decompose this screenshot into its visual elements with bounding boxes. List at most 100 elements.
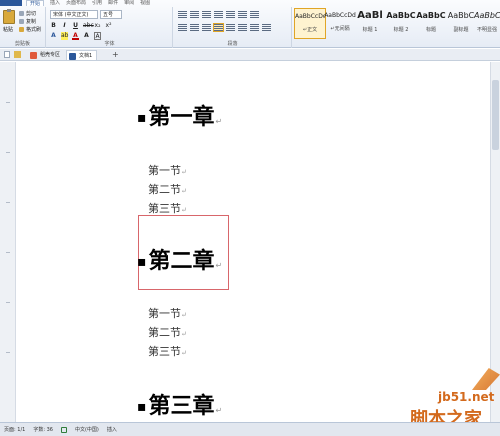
style-preview: AaBbCcDd: [295, 13, 325, 20]
font-color-row: A ab A A A: [50, 32, 101, 40]
chapter-heading[interactable]: ▪第一章↵: [137, 105, 222, 135]
chapter-title: 第三章: [148, 394, 215, 419]
insert-mode-indicator[interactable]: 插入: [107, 426, 117, 433]
tab-home[interactable]: 开始: [26, 0, 45, 7]
bold-icon[interactable]: B: [50, 22, 57, 30]
ribbon-tab-strip: 开始 插入 页面布局 引用 邮件 审阅 视图: [26, 0, 150, 7]
add-tab-button[interactable]: +: [112, 50, 119, 60]
show-marks-icon[interactable]: [250, 11, 259, 18]
font-size-select[interactable]: 五号: [100, 10, 122, 19]
section-title: 第二节: [148, 183, 181, 196]
italic-icon[interactable]: I: [61, 22, 68, 30]
style-subtitle[interactable]: AaBbC 副标题: [445, 8, 477, 39]
font-size-grow-icon[interactable]: A: [83, 32, 90, 40]
align-right-icon[interactable]: [202, 24, 211, 31]
superscript-icon[interactable]: x²: [105, 22, 112, 30]
tab-mailings[interactable]: 邮件: [108, 0, 118, 6]
highlight-icon[interactable]: ab: [61, 32, 69, 40]
file-tab[interactable]: [0, 0, 22, 6]
numbering-icon[interactable]: [190, 11, 199, 18]
style-heading-2[interactable]: AaBbC 标题 2: [385, 8, 417, 39]
paste-button-label[interactable]: 粘贴: [3, 26, 13, 33]
strikethrough-icon[interactable]: abc: [83, 22, 94, 30]
increase-indent-icon[interactable]: [226, 11, 235, 18]
style-normal[interactable]: AaBbCcDd ↵正文: [294, 8, 326, 39]
section-line[interactable]: 第二节↵: [148, 323, 187, 344]
style-heading-1[interactable]: AaBl 标题 1: [354, 8, 386, 39]
paragraph-mark: ↵: [215, 406, 223, 415]
decrease-indent-icon[interactable]: [214, 11, 223, 18]
page-count[interactable]: 页面: 1/1: [4, 426, 25, 433]
paragraph-mark: ↵: [181, 330, 187, 338]
align-left-icon[interactable]: [178, 24, 187, 31]
section-line[interactable]: 第一节↵: [148, 304, 187, 325]
style-name: 标题 1: [362, 27, 378, 33]
style-name: 副标题: [453, 27, 469, 33]
tab-view[interactable]: 视图: [140, 0, 150, 6]
tab-document1[interactable]: 文档1: [66, 50, 98, 60]
paragraph-mark: ↵: [215, 117, 223, 126]
cut-button[interactable]: 剪切: [19, 10, 36, 17]
section-line[interactable]: 第二节↵: [148, 180, 187, 201]
subscript-icon[interactable]: x₂: [94, 22, 101, 30]
style-preview: AaBbC: [474, 11, 500, 20]
tab-references[interactable]: 引用: [92, 0, 102, 6]
section-title: 第一节: [148, 164, 181, 177]
brush-icon: [19, 27, 24, 32]
new-document-icon[interactable]: [4, 51, 10, 58]
ruler-tick: [6, 352, 10, 353]
chapter-heading[interactable]: ▪第三章↵: [137, 394, 222, 424]
document-page[interactable]: ▪第一章↵ 第一节↵ 第二节↵ 第三节↵ ▪第二章↵ 第一节↵ 第二节↵ 第三节…: [17, 62, 500, 422]
style-no-spacing[interactable]: AaBbCcDd ↵无间隔: [324, 8, 356, 39]
language-indicator[interactable]: 中文(中国): [75, 426, 99, 433]
underline-icon[interactable]: U: [72, 22, 79, 30]
paragraph-mark: ↵: [181, 311, 187, 319]
char-border-icon[interactable]: A: [94, 32, 101, 40]
word-count[interactable]: 字数: 36: [33, 426, 53, 433]
text-effect-icon[interactable]: A: [50, 32, 57, 40]
tab-page-layout[interactable]: 页面布局: [66, 0, 86, 6]
ruler-tick: [6, 252, 10, 253]
scrollbar-thumb[interactable]: [492, 80, 499, 150]
scissors-icon: [19, 11, 24, 16]
tab-daoke[interactable]: 稻壳专区: [28, 50, 60, 60]
paste-icon[interactable]: [3, 9, 15, 24]
format-painter-label: 格式刷: [26, 27, 42, 33]
section-line[interactable]: 第三节↵: [148, 342, 187, 363]
section-title: 第二节: [148, 326, 181, 339]
borders-icon[interactable]: [262, 24, 271, 31]
line-spacing-icon[interactable]: [238, 24, 247, 31]
style-subtle-emphasis[interactable]: AaBbC 不明显强: [474, 8, 500, 39]
align-center-icon[interactable]: [190, 24, 199, 31]
bullets-icon[interactable]: [178, 11, 187, 18]
style-name: 标题: [425, 27, 436, 33]
copy-button[interactable]: 复制: [19, 18, 36, 25]
proofing-check-icon[interactable]: [60, 426, 67, 433]
font-color-icon[interactable]: A: [72, 32, 79, 40]
paragraph-mark: ↵: [215, 261, 223, 270]
shading-icon[interactable]: [250, 24, 259, 31]
clipboard-group-label: 剪贴板: [14, 41, 30, 47]
distributed-icon[interactable]: [226, 24, 235, 31]
chapter-title: 第一章: [148, 105, 215, 130]
section-line[interactable]: 第三节↵: [148, 199, 187, 220]
tab-insert[interactable]: 插入: [50, 0, 60, 6]
font-group: 宋体 (中文正文) 五号 B I U abc x₂ x² A ab A A A …: [47, 7, 173, 48]
copy-label: 复制: [26, 19, 37, 25]
vertical-scrollbar[interactable]: [490, 62, 500, 422]
style-preview: AaBbC: [447, 11, 475, 20]
chapter-heading[interactable]: ▪第二章↵: [137, 249, 222, 279]
sort-icon[interactable]: [238, 11, 247, 18]
watermark-domain: jb51.net: [438, 390, 495, 404]
multilevel-list-icon[interactable]: [202, 11, 211, 18]
clipboard-group: 粘贴 剪切 复制 格式刷 剪贴板: [0, 7, 46, 48]
tab-review[interactable]: 审阅: [124, 0, 134, 6]
style-title[interactable]: AaBbC 标题: [415, 8, 447, 39]
section-title: 第三节: [148, 202, 181, 215]
paragraph-mark: ↵: [181, 187, 187, 195]
format-painter-button[interactable]: 格式刷: [19, 26, 41, 33]
font-name-select[interactable]: 宋体 (中文正文): [50, 10, 98, 19]
section-line[interactable]: 第一节↵: [148, 161, 187, 182]
justify-icon[interactable]: [213, 23, 224, 32]
open-folder-icon[interactable]: [14, 51, 21, 58]
